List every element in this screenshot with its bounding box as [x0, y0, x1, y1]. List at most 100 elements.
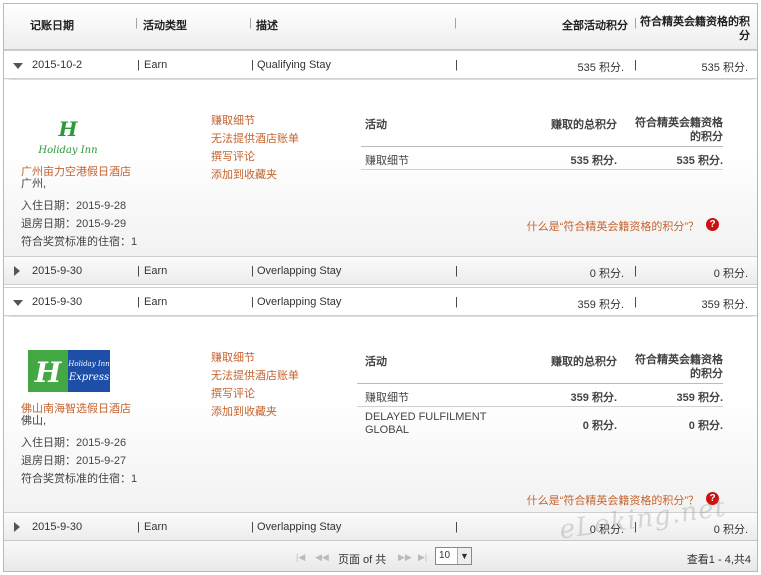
table-row[interactable]: 2015-9-30 | Earn | Overlapping Stay | 35… — [4, 287, 757, 316]
col-header-elite[interactable]: 符合精英会籍资格的积 分 — [637, 15, 750, 43]
row-elite: 0 积分. — [713, 268, 748, 280]
breakdown-activity-line2: GLOBAL — [365, 424, 410, 436]
grid-header: 记账日期 | 活动类型 | 描述 | 全部活动积分 | 符合精英会籍资格的积 分 — [4, 4, 757, 50]
breakdown-elite: 535 积分. — [676, 155, 723, 167]
write-review-link[interactable]: 撰写评论 — [211, 148, 299, 166]
row-desc: Overlapping Stay — [257, 296, 342, 308]
breakdown-earned: 535 积分. — [570, 155, 617, 167]
collapse-arrow-icon[interactable] — [13, 300, 23, 306]
hotel-city: 佛山, — [21, 415, 47, 427]
first-page-icon[interactable]: |◀ — [296, 552, 305, 563]
col-header-total[interactable]: 全部活动积分 — [544, 17, 628, 33]
col-divider: | — [137, 296, 140, 308]
col-header-date[interactable]: 记账日期 — [30, 17, 74, 33]
col-divider: | — [137, 59, 140, 71]
row-type: Earn — [144, 521, 168, 533]
table-row[interactable]: 2015-10-2 | Earn | Qualifying Stay | 535… — [4, 50, 757, 79]
collapse-arrow-icon[interactable] — [13, 63, 23, 69]
row-date: 2015-9-30 — [32, 265, 83, 277]
col-divider: | — [249, 17, 252, 29]
breakdown-col-elite: 符合精英会籍资格 的积分 — [623, 353, 723, 381]
svg-text:H: H — [58, 117, 79, 141]
prev-page-icon[interactable]: ◀◀ — [315, 552, 329, 563]
col-divider: | — [135, 17, 138, 29]
breakdown-activity-line1: DELAYED FULFILMENT — [365, 411, 487, 423]
col-divider: | — [634, 59, 637, 71]
breakdown-col-elite: 符合精英会籍资格 的积分 — [623, 116, 723, 144]
row-desc: Qualifying Stay — [257, 59, 331, 71]
expand-arrow-icon[interactable] — [14, 266, 20, 276]
breakdown-earned: 0 积分. — [582, 420, 617, 432]
missing-folio-link[interactable]: 无法提供酒店账单 — [211, 367, 299, 385]
points-breakdown-table: 活动 赚取的总积分 符合精英会籍资格 的积分 赚取细节 359 积分. 359 … — [357, 349, 723, 441]
write-review-link[interactable]: 撰写评论 — [211, 385, 299, 403]
results-summary: 查看1 - 4,共4 — [686, 554, 751, 566]
points-activity-grid: 记账日期 | 活动类型 | 描述 | 全部活动积分 | 符合精英会籍资格的积 分… — [3, 3, 758, 572]
next-page-icon[interactable]: ▶▶ — [398, 552, 412, 563]
help-icon[interactable]: ? — [706, 218, 719, 231]
row-total: 0 积分. — [589, 268, 624, 280]
row-type: Earn — [144, 265, 168, 277]
col-header-elite-line2: 分 — [739, 30, 750, 42]
add-favorite-link[interactable]: 添加到收藏夹 — [211, 166, 299, 184]
breakdown-activity: 赚取细节 — [365, 392, 409, 404]
breakdown-col-earned: 赚取的总积分 — [551, 119, 617, 131]
expand-arrow-icon[interactable] — [14, 522, 20, 532]
svg-text:Express: Express — [68, 372, 109, 383]
row-total: 535 积分. — [577, 62, 624, 74]
row-date: 2015-9-30 — [32, 296, 83, 308]
col-header-desc[interactable]: 描述 — [256, 17, 278, 33]
breakdown-row: 赚取细节 535 积分. 535 积分. — [361, 147, 723, 170]
col-header-elite-line1: 符合精英会籍资格的积 — [640, 16, 750, 28]
row-desc: Overlapping Stay — [257, 521, 342, 533]
missing-folio-link[interactable]: 无法提供酒店账单 — [211, 130, 299, 148]
col-divider: | — [251, 521, 254, 533]
row-detail-panel: H Holiday Inn 广州亩力空港假日酒店 广州, 入住日期：2015-9… — [4, 80, 757, 256]
checkin-date: 入住日期：2015-9-26 — [21, 437, 127, 449]
holiday-inn-express-logo: H Holiday Inn Express — [28, 350, 110, 392]
row-detail-panel: H Holiday Inn Express 佛山南海智选假日酒店 佛山, 入住日… — [4, 317, 757, 512]
points-breakdown-table: 活动 赚取的总积分 符合精英会籍资格 的积分 赚取细节 535 积分. 535 … — [361, 112, 723, 170]
svg-text:H: H — [34, 356, 63, 389]
breakdown-elite: 359 积分. — [676, 392, 723, 404]
breakdown-elite: 0 积分. — [688, 420, 723, 432]
row-elite: 535 积分. — [701, 62, 748, 74]
add-favorite-link[interactable]: 添加到收藏夹 — [211, 403, 299, 421]
breakdown-col-activity: 活动 — [365, 119, 387, 131]
hotel-city: 广州, — [21, 178, 47, 190]
detail-actions: 赚取细节 无法提供酒店账单 撰写评论 添加到收藏夹 — [211, 112, 299, 184]
svg-text:Holiday Inn: Holiday Inn — [67, 360, 110, 368]
page-size-select[interactable]: 10 ▼ — [435, 547, 472, 565]
detail-actions: 赚取细节 无法提供酒店账单 撰写评论 添加到收藏夹 — [211, 349, 299, 421]
breakdown-row: DELAYED FULFILMENT GLOBAL 0 积分. 0 积分. — [357, 407, 723, 441]
col-divider: | — [137, 521, 140, 533]
breakdown-col-elite-line2: 的积分 — [690, 131, 723, 143]
col-divider: | — [251, 296, 254, 308]
col-header-type[interactable]: 活动类型 — [143, 17, 187, 33]
pagination-bar: |◀ ◀◀ 页面 of 共 ▶▶ ▶| 10 ▼ 查看1 - 4,共4 — [4, 540, 757, 571]
elite-points-help-link[interactable]: 什么是“符合精英会籍资格的积分”？ — [527, 218, 699, 234]
chevron-down-icon[interactable]: ▼ — [457, 548, 471, 564]
col-divider: | — [455, 296, 458, 308]
page-size-value: 10 — [439, 550, 451, 561]
row-elite: 359 积分. — [701, 299, 748, 311]
col-divider: | — [455, 265, 458, 277]
qualifying-nights: 符合奖赏标准的住宿：1 — [21, 473, 138, 485]
col-divider: | — [454, 17, 457, 29]
col-divider: | — [137, 265, 140, 277]
row-desc: Overlapping Stay — [257, 265, 342, 277]
qualifying-nights: 符合奖赏标准的住宿：1 — [21, 236, 138, 248]
row-type: Earn — [144, 59, 168, 71]
earning-details-link[interactable]: 赚取细节 — [211, 349, 299, 367]
col-divider: | — [634, 265, 637, 277]
table-row[interactable]: 2015-9-30 | Earn | Overlapping Stay | 0 … — [4, 256, 757, 285]
breakdown-row: 赚取细节 359 积分. 359 积分. — [357, 384, 723, 407]
checkin-date: 入住日期：2015-9-28 — [21, 200, 127, 212]
breakdown-activity: DELAYED FULFILMENT GLOBAL — [365, 411, 486, 437]
breakdown-col-elite-line2: 的积分 — [690, 368, 723, 380]
earning-details-link[interactable]: 赚取细节 — [211, 112, 299, 130]
row-total: 359 积分. — [577, 299, 624, 311]
page-label: 页面 of 共 — [338, 554, 387, 566]
last-page-icon[interactable]: ▶| — [418, 552, 427, 563]
row-date: 2015-10-2 — [32, 59, 83, 71]
